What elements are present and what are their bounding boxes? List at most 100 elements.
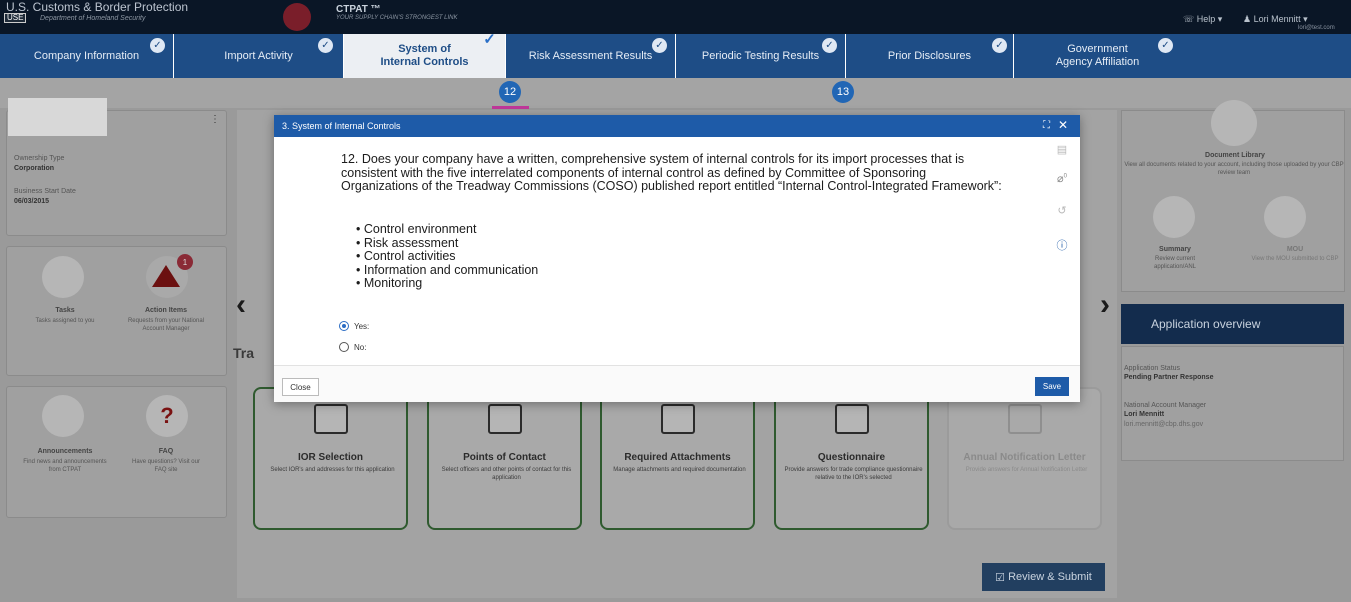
agency-name: U.S. Customs & Border Protection	[6, 0, 189, 14]
prev-arrow-icon[interactable]: ‹	[236, 288, 246, 322]
mou-title: MOU	[1286, 246, 1304, 253]
status-value: Pending Partner Response	[1124, 374, 1214, 381]
tab-import-activity[interactable]: Import Activity ✓	[174, 34, 344, 78]
warning-icon	[152, 265, 180, 287]
history-icon[interactable]: ↺	[1050, 204, 1074, 224]
tile-title: IOR Selection	[297, 452, 363, 463]
step-13-badge[interactable]: 13	[832, 81, 854, 103]
tab-periodic-testing-results[interactable]: Periodic Testing Results ✓	[676, 34, 846, 78]
check-icon: ✓	[150, 38, 165, 53]
yes-radio[interactable]	[339, 321, 349, 331]
modal-header: 3. System of Internal Controls ⛶ ✕	[274, 115, 1080, 137]
tab-company-information[interactable]: Company Information ✓	[0, 34, 174, 78]
tile-title: Questionnaire	[817, 452, 886, 463]
tasks-icon[interactable]	[42, 256, 84, 298]
comment-icon[interactable]: ▤	[1050, 143, 1074, 163]
tasks-title: Tasks	[55, 307, 75, 314]
tracker-heading: Tra	[233, 345, 255, 361]
tasks-desc: Tasks assigned to you	[35, 318, 95, 324]
program-tagline: YOUR SUPPLY CHAIN'S STRONGEST LINK	[336, 15, 458, 21]
announcements-desc: Find news and announcements from CTPAT	[23, 459, 107, 473]
back-button[interactable]: USE	[4, 13, 27, 23]
folder-icon[interactable]	[1211, 100, 1257, 146]
nam-value: Lori Mennitt	[1124, 411, 1165, 418]
close-button[interactable]: Close	[282, 378, 319, 396]
tab-government-agency-affiliation[interactable]: Government Agency Affiliation ✓	[1014, 34, 1181, 78]
points-of-contact-tile[interactable]: Points of Contact Select officers and ot…	[427, 387, 582, 530]
more-options-icon[interactable]: ⋮	[210, 114, 220, 125]
tile-desc: Select IOR's and addresses for this appl…	[270, 467, 395, 473]
megaphone-icon[interactable]	[42, 395, 84, 437]
review-submit-button[interactable]: ☑ Review & Submit	[982, 563, 1105, 591]
tile-title: Points of Contact	[463, 452, 546, 463]
tab-label: Company Information	[33, 49, 140, 62]
yes-option[interactable]: Yes:	[339, 321, 369, 331]
tab-label: Periodic Testing Results	[701, 49, 820, 62]
check-icon: ✓	[483, 31, 496, 48]
tab-label: System of Internal Controls	[380, 43, 469, 68]
numbered-list-icon	[313, 404, 348, 434]
no-label: No:	[354, 342, 367, 352]
yes-label: Yes:	[354, 321, 370, 331]
next-arrow-icon[interactable]: ›	[1100, 288, 1110, 322]
user-menu[interactable]: ♟ Lori Mennitt ▾	[1243, 14, 1308, 25]
document-icon	[834, 404, 869, 434]
tab-prior-disclosures[interactable]: Prior Disclosures ✓	[846, 34, 1014, 78]
mou-icon[interactable]	[1264, 196, 1306, 238]
list-item: Information and communication	[356, 263, 538, 278]
tab-risk-assessment-results[interactable]: Risk Assessment Results ✓	[506, 34, 676, 78]
document-library-title: Document Library	[1205, 152, 1265, 159]
list-item: Risk assessment	[356, 236, 538, 251]
attachment-icon[interactable]: ⌀0	[1050, 172, 1074, 192]
check-icon: ✓	[1158, 38, 1173, 53]
help-label: Help ▾	[1196, 14, 1223, 24]
coso-components-list: Control environment Risk assessment Cont…	[356, 222, 538, 291]
phone-icon: ☏	[1183, 14, 1197, 24]
ior-selection-tile[interactable]: IOR Selection Select IOR's and addresses…	[253, 387, 408, 530]
review-submit-label: Review & Submit	[1008, 571, 1092, 583]
clipboard-icon[interactable]	[1153, 196, 1195, 238]
status-label: Application Status	[1124, 365, 1181, 372]
faq-title: FAQ	[158, 448, 174, 455]
start-date-value: 06/03/2015	[14, 198, 50, 205]
modal-title: 3. System of Internal Controls	[282, 121, 401, 131]
paperclip-icon	[660, 404, 695, 434]
no-radio[interactable]	[339, 342, 349, 352]
ctpat-seal-icon	[283, 3, 311, 31]
expand-icon[interactable]: ⛶	[1043, 120, 1050, 131]
close-icon[interactable]: ✕	[1058, 118, 1068, 132]
check-icon: ✓	[992, 38, 1007, 53]
tab-label: Risk Assessment Results	[528, 49, 653, 62]
help-menu[interactable]: ☏ Help ▾	[1183, 14, 1222, 25]
overview-title: Application overview	[1151, 317, 1261, 331]
questionnaire-tile[interactable]: Questionnaire Provide answers for trade …	[774, 387, 929, 530]
tab-system-of-internal-controls[interactable]: System of Internal Controls ✓	[344, 31, 506, 85]
check-icon: ✓	[318, 38, 333, 53]
mou-desc: View the MOU submitted to CBP	[1251, 256, 1339, 262]
help-icon[interactable]: ⓘ	[1050, 237, 1074, 257]
step-bar	[0, 78, 1351, 108]
question-icon[interactable]: ?	[146, 395, 188, 437]
nam-label: National Account Manager	[1124, 402, 1207, 409]
tab-label: Government Agency Affiliation	[1055, 43, 1140, 68]
annual-notification-letter-tile[interactable]: Annual Notification Letter Provide answe…	[947, 387, 1102, 530]
required-attachments-tile[interactable]: Required Attachments Manage attachments …	[600, 387, 755, 530]
step-12-badge[interactable]: 12	[499, 81, 521, 103]
nam-email[interactable]: lori.mennitt@cbp.dhs.gov	[1124, 421, 1203, 428]
faq-desc: Have questions? Visit our FAQ site	[132, 459, 200, 473]
contact-card-icon	[487, 404, 522, 434]
tab-label: Prior Disclosures	[887, 49, 972, 62]
check-icon: ✓	[822, 38, 837, 53]
no-option[interactable]: No:	[339, 342, 366, 352]
tile-title: Required Attachments	[624, 452, 731, 463]
checkbox-icon: ☑	[995, 571, 1009, 584]
internal-controls-modal: 3. System of Internal Controls ⛶ ✕ 12. D…	[274, 115, 1080, 402]
step-indicator	[492, 106, 529, 109]
list-item: Monitoring	[356, 276, 538, 291]
ownership-value: Corporation	[14, 165, 55, 172]
list-item: Control environment	[356, 222, 538, 237]
tile-desc: Provide answers for trade compliance que…	[784, 467, 923, 481]
top-bar: U.S. Customs & Border Protection Departm…	[0, 0, 1351, 34]
save-button[interactable]: Save	[1035, 377, 1069, 396]
tile-desc: Select officers and other points of cont…	[441, 467, 572, 481]
